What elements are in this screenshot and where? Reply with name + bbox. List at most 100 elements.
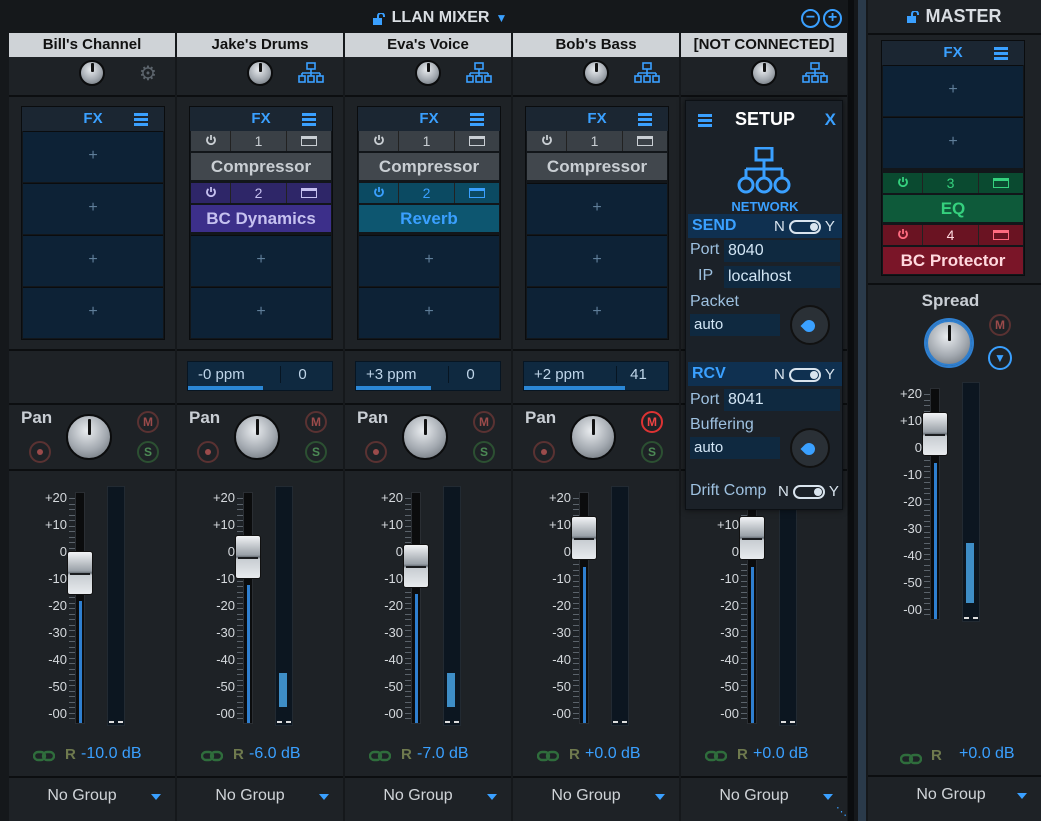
- fader-handle[interactable]: [922, 412, 948, 457]
- menu-icon[interactable]: [470, 113, 484, 126]
- lock-icon[interactable]: [372, 12, 386, 25]
- zoom-out-icon[interactable]: −: [801, 9, 820, 28]
- pan-knob[interactable]: [402, 414, 448, 460]
- dim-icon[interactable]: ▼: [988, 346, 1012, 370]
- chevron-down-icon[interactable]: [823, 794, 833, 800]
- fader-track[interactable]: [75, 492, 85, 724]
- buffering-field[interactable]: auto: [690, 437, 780, 459]
- chevron-down-icon[interactable]: [487, 794, 497, 800]
- r-label[interactable]: R: [931, 747, 942, 764]
- fader-db-value[interactable]: +0.0 dB: [585, 745, 641, 763]
- link-icon[interactable]: [368, 749, 392, 762]
- fader-db-value[interactable]: +0.0 dB: [753, 745, 809, 763]
- empty-fx-slot[interactable]: +: [359, 287, 499, 338]
- solo-button[interactable]: S: [641, 441, 663, 463]
- solo-button[interactable]: S: [473, 441, 495, 463]
- link-icon[interactable]: [200, 749, 224, 762]
- channel-name[interactable]: Eva's Voice: [345, 33, 511, 57]
- master-db-value[interactable]: +0.0 dB: [959, 745, 1015, 763]
- r-label[interactable]: R: [65, 746, 76, 763]
- lock-icon[interactable]: [907, 11, 920, 23]
- channel-name[interactable]: [NOT CONNECTED]: [681, 33, 847, 57]
- network-icon[interactable]: [466, 62, 492, 84]
- record-button[interactable]: [365, 441, 387, 463]
- empty-fx-slot[interactable]: +: [23, 131, 163, 182]
- close-button[interactable]: X: [825, 110, 836, 130]
- group-select[interactable]: No Group: [177, 776, 343, 821]
- rcv-port-field[interactable]: 8041: [724, 389, 840, 411]
- link-icon[interactable]: [536, 749, 560, 762]
- fx-slot-reverb[interactable]: 2 Reverb: [359, 183, 499, 234]
- empty-fx-slot[interactable]: +: [23, 235, 163, 286]
- record-button[interactable]: [197, 441, 219, 463]
- fx-window-icon[interactable]: [455, 183, 499, 203]
- menu-icon[interactable]: [302, 113, 316, 126]
- fader-db-value[interactable]: -10.0 dB: [81, 745, 141, 763]
- fader-db-value[interactable]: -7.0 dB: [417, 745, 469, 763]
- link-icon[interactable]: [704, 749, 728, 762]
- drift-comp-toggle[interactable]: NY: [778, 483, 839, 500]
- mute-button[interactable]: M: [473, 411, 495, 433]
- fx-slot-compressor[interactable]: 1 Compressor: [191, 131, 331, 182]
- power-icon[interactable]: [191, 131, 231, 151]
- r-label[interactable]: R: [569, 746, 580, 763]
- pan-knob[interactable]: [234, 414, 280, 460]
- rcv-toggle[interactable]: NY: [774, 366, 835, 383]
- solo-button[interactable]: S: [137, 441, 159, 463]
- empty-fx-slot[interactable]: +: [527, 183, 667, 234]
- fx-slot-eq[interactable]: 3 EQ: [883, 173, 1023, 224]
- fader-handle[interactable]: [67, 551, 93, 596]
- zoom-in-icon[interactable]: +: [823, 9, 842, 28]
- chevron-down-icon[interactable]: [1017, 793, 1027, 799]
- mute-button[interactable]: M: [137, 411, 159, 433]
- power-icon[interactable]: [191, 183, 231, 203]
- mute-button[interactable]: M: [641, 411, 663, 433]
- group-select[interactable]: No Group: [513, 776, 679, 821]
- fader-track[interactable]: [243, 492, 253, 724]
- gain-knob[interactable]: [79, 60, 105, 86]
- fader-track[interactable]: [411, 492, 421, 724]
- pan-knob[interactable]: [66, 414, 112, 460]
- mute-button[interactable]: M: [989, 314, 1011, 336]
- power-icon[interactable]: [883, 225, 923, 245]
- empty-fx-slot[interactable]: +: [23, 287, 163, 338]
- pan-knob[interactable]: [570, 414, 616, 460]
- empty-fx-slot[interactable]: +: [883, 65, 1023, 116]
- packet-knob[interactable]: [790, 305, 830, 345]
- fader-handle[interactable]: [739, 516, 765, 561]
- fader-handle[interactable]: [571, 516, 597, 561]
- fx-window-icon[interactable]: [287, 183, 331, 203]
- channel-name[interactable]: Bob's Bass: [513, 33, 679, 57]
- send-ip-field[interactable]: localhost: [724, 266, 840, 288]
- mute-button[interactable]: M: [305, 411, 327, 433]
- fx-window-icon[interactable]: [455, 131, 499, 151]
- empty-fx-slot[interactable]: +: [191, 287, 331, 338]
- gear-icon[interactable]: ⚙: [139, 61, 157, 86]
- chevron-down-icon[interactable]: [655, 794, 665, 800]
- fx-window-icon[interactable]: [979, 225, 1023, 245]
- gain-knob[interactable]: [247, 60, 273, 86]
- menu-icon[interactable]: [638, 113, 652, 126]
- chevron-down-icon[interactable]: [319, 794, 329, 800]
- power-icon[interactable]: [883, 173, 923, 193]
- network-icon[interactable]: [634, 62, 660, 84]
- spread-knob[interactable]: [926, 320, 972, 366]
- group-select[interactable]: No Group: [9, 776, 175, 821]
- fx-slot-dynamics[interactable]: 2 BC Dynamics: [191, 183, 331, 234]
- channel-name[interactable]: Jake's Drums: [177, 33, 343, 57]
- fader-handle[interactable]: [403, 544, 429, 589]
- chevron-down-icon[interactable]: [151, 794, 161, 800]
- network-icon[interactable]: [802, 62, 828, 84]
- gain-knob[interactable]: [583, 60, 609, 86]
- buffering-knob[interactable]: [790, 428, 830, 468]
- empty-fx-slot[interactable]: +: [883, 117, 1023, 168]
- link-icon[interactable]: [899, 752, 923, 765]
- record-button[interactable]: [29, 441, 51, 463]
- fx-slot-compressor[interactable]: 1 Compressor: [527, 131, 667, 182]
- group-select[interactable]: No Group: [345, 776, 511, 821]
- gain-knob[interactable]: [751, 60, 777, 86]
- fader-db-value[interactable]: -6.0 dB: [249, 745, 301, 763]
- group-select[interactable]: No Group: [681, 776, 847, 821]
- resize-grip-icon[interactable]: ⋱: [836, 805, 848, 818]
- group-select[interactable]: No Group: [868, 775, 1041, 821]
